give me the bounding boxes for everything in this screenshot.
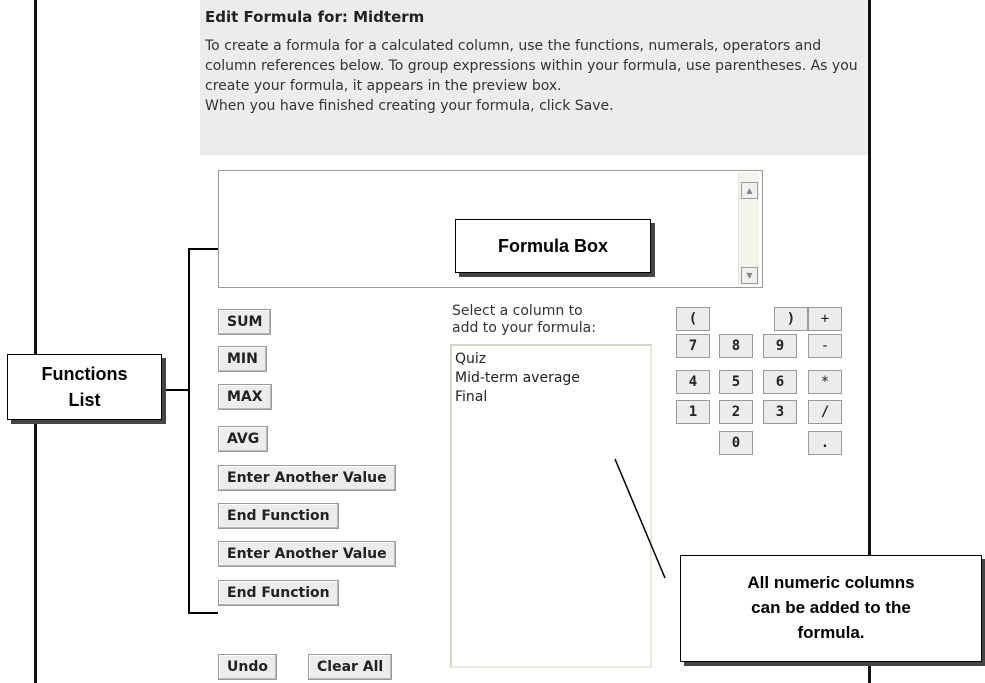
instructions-text: To create a formula for a calculated col… — [205, 38, 858, 94]
functions-bracket-connector — [163, 389, 188, 391]
functions-bracket-top — [188, 248, 218, 250]
arrow-down-icon[interactable]: ▼ — [741, 267, 758, 284]
numeric-callout-line2: can be added to the — [751, 598, 911, 617]
avg-button[interactable]: AVG — [218, 426, 269, 452]
three-key[interactable]: 3 — [763, 400, 797, 424]
seven-key[interactable]: 7 — [676, 334, 710, 358]
functions-bracket-bottom — [188, 612, 218, 614]
functions-callout-line1: Functions — [41, 364, 128, 384]
numeric-callout-line1: All numeric columns — [747, 573, 915, 592]
column-select-label: Select a column to add to your formula: — [452, 303, 662, 337]
column-option-midterm-average[interactable]: Mid-term average — [455, 369, 647, 388]
clear-all-button[interactable]: Clear All — [308, 654, 393, 680]
instructions: To create a formula for a calculated col… — [205, 36, 860, 116]
min-button[interactable]: MIN — [218, 346, 267, 372]
arrow-up-icon[interactable]: ▲ — [741, 182, 758, 199]
page-title: Edit Formula for: Midterm — [205, 8, 425, 26]
sum-button[interactable]: SUM — [218, 309, 272, 335]
frame-left-border — [34, 0, 37, 683]
eight-key[interactable]: 8 — [719, 334, 753, 358]
multiply-key[interactable]: * — [808, 370, 842, 394]
column-option-quiz[interactable]: Quiz — [455, 350, 647, 369]
open-paren-key[interactable]: ( — [676, 307, 710, 331]
column-list[interactable]: Quiz Mid-term average Final — [450, 344, 652, 668]
end-function-button-2[interactable]: End Function — [218, 580, 339, 606]
column-label-line2: add to your formula: — [452, 320, 596, 336]
four-key[interactable]: 4 — [676, 370, 710, 394]
close-paren-key[interactable]: ) — [774, 307, 808, 331]
numeric-columns-callout: All numeric columns can be added to the … — [680, 555, 982, 662]
undo-button[interactable]: Undo — [218, 654, 277, 680]
five-key[interactable]: 5 — [719, 370, 753, 394]
formula-header: Edit Formula for: Midterm To create a fo… — [200, 0, 868, 155]
save-instruction: When you have finished creating your for… — [205, 98, 614, 114]
nine-key[interactable]: 9 — [763, 334, 797, 358]
six-key[interactable]: 6 — [763, 370, 797, 394]
max-button[interactable]: MAX — [218, 384, 272, 410]
functions-list-callout: Functions List — [7, 354, 162, 420]
numeric-callout-line3: formula. — [797, 623, 865, 642]
two-key[interactable]: 2 — [719, 400, 753, 424]
decimal-key[interactable]: . — [808, 431, 842, 455]
divide-key[interactable]: / — [808, 400, 842, 424]
column-option-final[interactable]: Final — [455, 388, 647, 407]
end-function-button[interactable]: End Function — [218, 503, 339, 529]
plus-key[interactable]: + — [808, 307, 842, 331]
functions-callout-line2: List — [68, 390, 101, 410]
formula-scrollbar[interactable]: ▲ ▼ — [738, 173, 759, 285]
enter-another-value-button-2[interactable]: Enter Another Value — [218, 541, 396, 567]
minus-key[interactable]: - — [808, 334, 842, 358]
zero-key[interactable]: 0 — [719, 431, 753, 455]
formula-box-callout: Formula Box — [455, 219, 651, 273]
functions-bracket — [188, 248, 190, 614]
one-key[interactable]: 1 — [676, 400, 710, 424]
column-label-line1: Select a column to — [452, 303, 583, 319]
enter-another-value-button[interactable]: Enter Another Value — [218, 465, 396, 491]
